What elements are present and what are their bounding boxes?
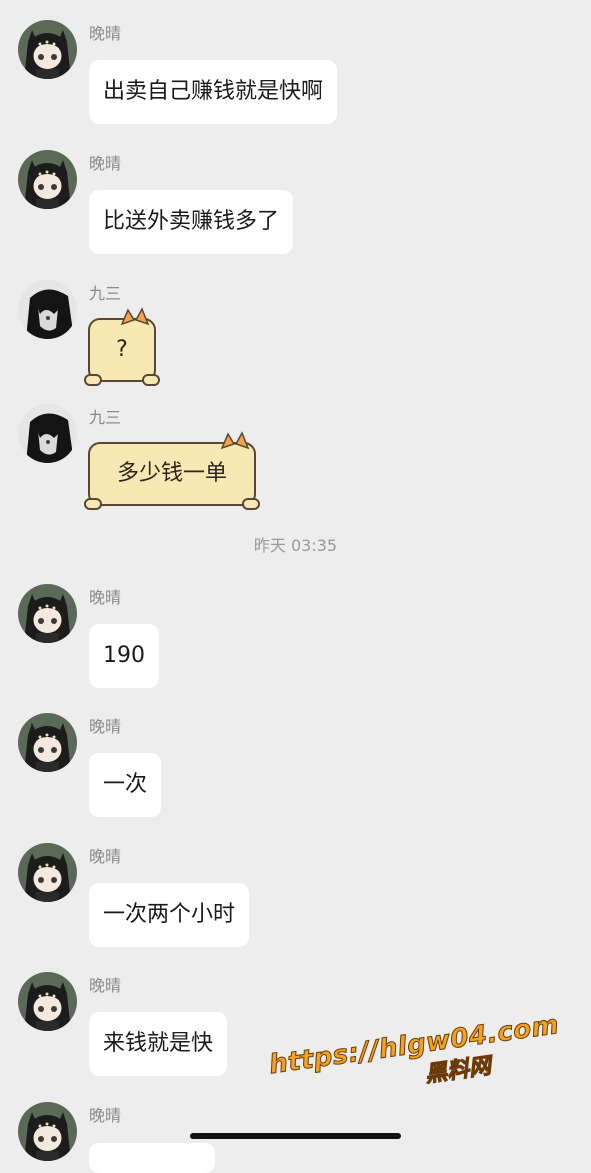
- avatar[interactable]: [18, 280, 77, 339]
- message-bubble[interactable]: 一次两个小时: [89, 883, 250, 947]
- anime-girl-avatar-icon: [18, 843, 77, 902]
- dark-hair-avatar-icon: [18, 404, 77, 463]
- anime-girl-avatar-icon: [18, 713, 77, 772]
- sender-name: 晚晴: [89, 588, 122, 607]
- avatar[interactable]: [18, 404, 77, 463]
- message-bubble[interactable]: 比送外卖赚钱多了: [89, 190, 294, 254]
- avatar[interactable]: [18, 972, 77, 1031]
- sender-name: 晚晴: [89, 847, 122, 866]
- paw-left-icon: [84, 498, 102, 510]
- message-bubble[interactable]: 一次: [89, 753, 162, 817]
- chat-window: 晚晴 出卖自己赚钱就是快啊 晚晴 比送外卖赚钱多了 九三 ? 九三 多少钱一单 …: [0, 0, 591, 1173]
- anime-girl-avatar-icon: [18, 972, 77, 1031]
- message-text: ?: [116, 337, 128, 362]
- message-text: 多少钱一单: [116, 461, 227, 486]
- sender-name: 晚晴: [89, 976, 122, 995]
- paw-right-icon: [142, 374, 160, 386]
- dark-hair-avatar-icon: [18, 280, 77, 339]
- avatar[interactable]: [18, 713, 77, 772]
- sender-name: 晚晴: [89, 154, 122, 173]
- cat-sticker-bubble[interactable]: 多少钱一单: [84, 431, 260, 510]
- paw-left-icon: [84, 374, 102, 386]
- message-bubble[interactable]: 来钱就是快: [89, 1012, 228, 1076]
- avatar[interactable]: [18, 584, 77, 643]
- avatar[interactable]: [18, 843, 77, 902]
- cat-sticker-bubble[interactable]: ?: [84, 307, 160, 386]
- avatar[interactable]: [18, 20, 77, 79]
- anime-girl-avatar-icon: [18, 584, 77, 643]
- paw-right-icon: [242, 498, 260, 510]
- avatar[interactable]: [18, 1102, 77, 1161]
- sender-name: 晚晴: [89, 1106, 122, 1125]
- anime-girl-avatar-icon: [18, 1102, 77, 1161]
- cat-ears-icon: [120, 307, 150, 325]
- sender-name: 九三: [89, 284, 122, 303]
- message-bubble[interactable]: [89, 1143, 215, 1173]
- sender-name: 晚晴: [89, 24, 122, 43]
- anime-girl-avatar-icon: [18, 20, 77, 79]
- anime-girl-avatar-icon: [18, 150, 77, 209]
- cat-ears-icon: [220, 431, 250, 449]
- sender-name: 晚晴: [89, 717, 122, 736]
- avatar[interactable]: [18, 150, 77, 209]
- timestamp-divider: 昨天 03:35: [253, 536, 338, 555]
- watermark: https://hlgw04.com 黑料网: [267, 1009, 565, 1110]
- message-bubble[interactable]: 出卖自己赚钱就是快啊: [89, 60, 338, 124]
- sender-name: 九三: [89, 408, 122, 427]
- message-bubble[interactable]: 190: [89, 624, 159, 688]
- home-indicator[interactable]: [190, 1133, 401, 1139]
